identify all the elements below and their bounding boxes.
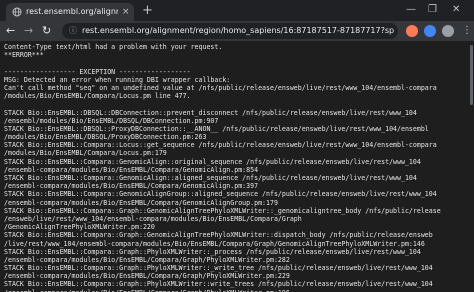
extension-icon-1[interactable] [406, 25, 418, 37]
console-line: STACK Bio::EnsEMBL::Compara::Graph::Phyl… [4, 264, 433, 273]
console-line: /GenomicAlignTreePhyloXMLWriter.pm:220 [4, 223, 155, 232]
browser-menu-icon[interactable]: ⋮ [462, 23, 472, 39]
browser-toolbar: ← → ↻ ⓘ rest.ensembl.org/alignment/regio… [0, 21, 474, 41]
page-content: Content-Type text/html had a problem wit… [0, 41, 474, 292]
tab-strip: rest.ensembl.org/alignment/re × + — ❐ ✕ [0, 0, 474, 21]
console-line: **ERROR*** [4, 51, 44, 60]
console-line: STACK Bio::EnsEMBL::DBSQL::DBConnection:… [4, 108, 417, 117]
reload-button[interactable]: ↻ [42, 23, 51, 39]
extension-icon-2[interactable] [424, 25, 436, 37]
console-line: STACK Bio::EnsEMBL::Compara::Locus::get_… [4, 141, 437, 150]
back-button[interactable]: ← [6, 23, 15, 39]
console-line: /modules/Bio/EnsEMBL/Compara/Locus.pm li… [4, 92, 191, 101]
tab-title: rest.ensembl.org/alignment/re [26, 7, 118, 16]
console-line: /ensembl/modules/Bio/EnsEMBL/DBSQL/DBCon… [4, 116, 219, 125]
console-line: /modules/Bio/EnsEMBL/DBSQL/ProxyDBConnec… [4, 133, 207, 142]
console-line: STACK Bio::EnsEMBL::Compara::GenomicAlig… [4, 174, 417, 182]
console-line: /ensembl-compara/modules/Bio/EnsEMBL/Com… [4, 165, 259, 174]
console-line: /ensembl-compara/modules/Bio/EnsEMBL/Com… [4, 289, 472, 292]
console-line: /ensembl-compara/modules/Bio/EnsEMBL/Com… [4, 182, 259, 191]
close-tab-icon[interactable]: × [122, 5, 130, 19]
site-info-icon[interactable]: ⓘ [69, 26, 77, 36]
console-line: STACK Bio::EnsEMBL::Compara::Graph::Geno… [4, 231, 433, 240]
error-output: Content-Type text/html had a problem wit… [4, 43, 472, 292]
tab-active[interactable]: rest.ensembl.org/alignment/re × [6, 3, 134, 21]
console-line: MSG: Detected an error when running DBI … [4, 75, 231, 84]
maximize-button[interactable]: ❐ [428, 2, 437, 18]
console-line: STACK Bio::EnsEMBL::Compara::Graph::Phyl… [4, 280, 433, 289]
url-text[interactable]: rest.ensembl.org/alignment/region/homo_s… [82, 25, 394, 37]
console-line: Content-Type text/html had a problem wit… [4, 43, 223, 51]
console-line: STACK Bio::EnsEMBL::DBSQL::ProxyDBConnec… [4, 124, 429, 133]
console-line: STACK Bio::EnsEMBL::Compara::GenomicAlig… [4, 157, 421, 166]
console-line: /ensembl-compara/modules/Bio/EnsEMBL/Com… [4, 198, 278, 207]
console-line: Can't call method "seq" on an undefined … [4, 83, 437, 92]
console-line: /ensweb/live/rest/www_104/ensembl-compar… [4, 214, 302, 223]
globe-icon [12, 7, 22, 17]
forward-button[interactable]: → [24, 23, 33, 39]
console-line: STACK Bio::EnsEMBL::Compara::Graph::Phyl… [4, 247, 421, 256]
address-bar[interactable]: ⓘ rest.ensembl.org/alignment/region/homo… [62, 23, 398, 39]
console-line: /modules/Bio/EnsEMBL/Compara/Locus.pm:17… [4, 149, 167, 158]
console-line: STACK Bio::EnsEMBL::Compara::Graph::Geno… [4, 206, 441, 215]
console-line: ------------------ EXCEPTION -----------… [4, 67, 191, 76]
minimize-button[interactable]: — [406, 2, 416, 18]
console-line: STACK Bio::EnsEMBL::Compara::GenomicAlig… [4, 190, 437, 199]
console-line: /ensembl-compara/modules/Bio/EnsEMBL/Com… [4, 272, 290, 281]
console-line: /ensembl-compara/modules/Bio/EnsEMBL/Com… [4, 255, 290, 264]
profile-avatar[interactable] [442, 25, 454, 37]
console-line: /live/rest/www_104/ensembl-compara/modul… [4, 239, 425, 248]
scrollbar[interactable] [470, 45, 473, 105]
close-window-button[interactable]: ✕ [452, 2, 460, 18]
new-tab-button[interactable]: + [142, 3, 153, 18]
